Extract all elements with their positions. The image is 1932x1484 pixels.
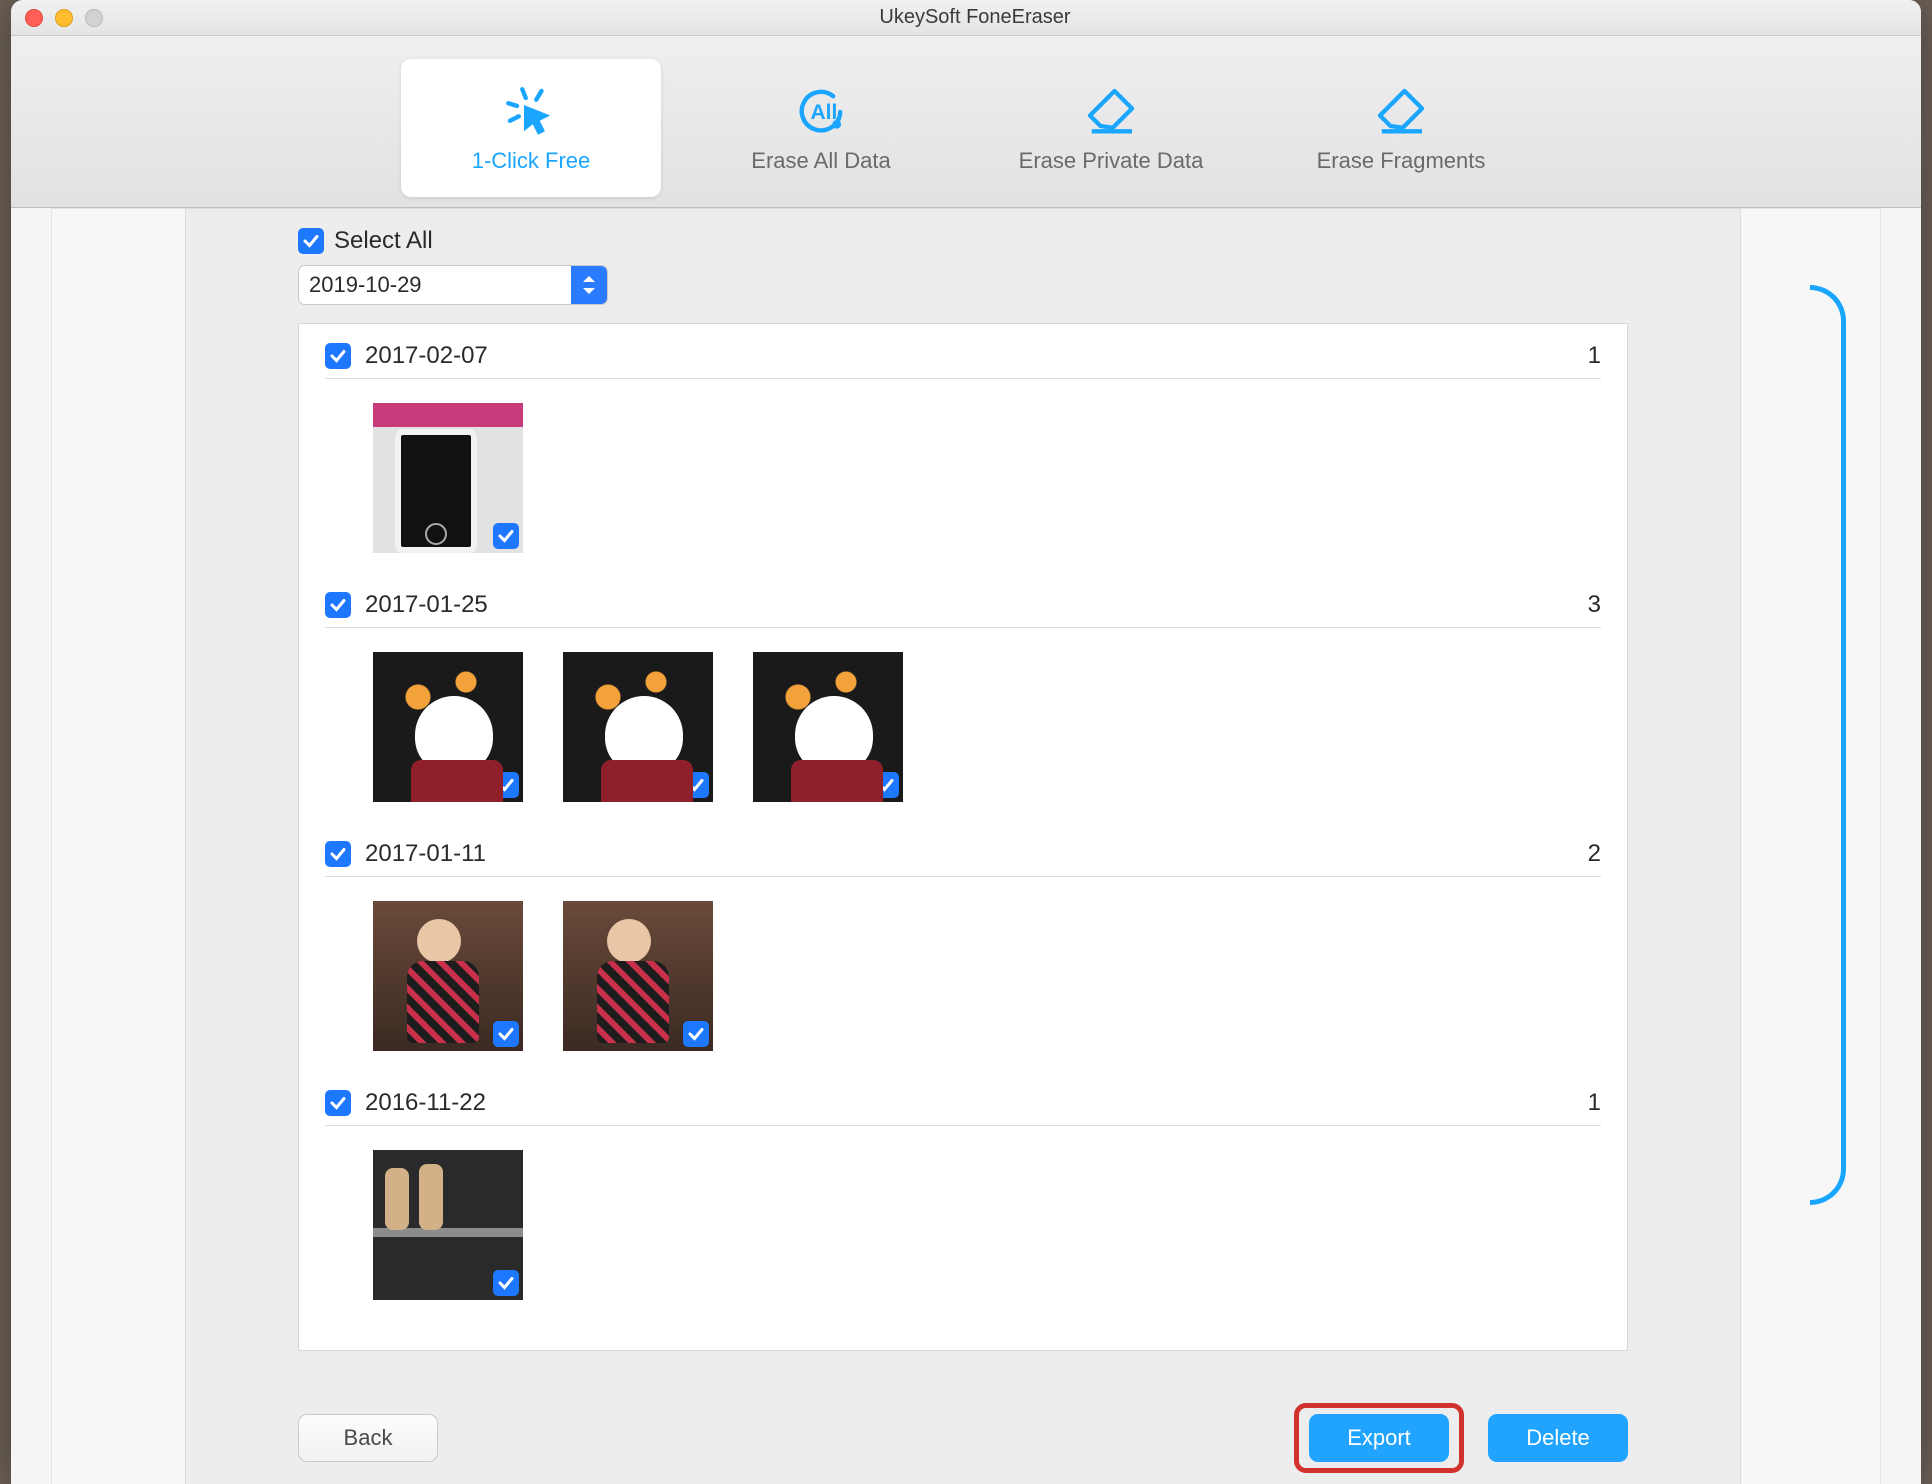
cursor-click-icon [501, 82, 561, 142]
group-count: 3 [1588, 591, 1601, 619]
modal-footer: Back Export Delete [298, 1408, 1628, 1468]
export-button[interactable]: Export [1309, 1414, 1449, 1462]
group-checkbox[interactable] [325, 343, 351, 369]
tab-label: Erase Private Data [1019, 148, 1204, 174]
group-date: 2017-02-07 [365, 342, 488, 370]
photo-group: 2016-11-22 1 [299, 1071, 1627, 1320]
thumb-checkbox[interactable] [493, 523, 519, 549]
group-checkbox[interactable] [325, 841, 351, 867]
photo-thumb[interactable] [373, 901, 523, 1051]
group-checkbox[interactable] [325, 592, 351, 618]
group-count: 1 [1588, 342, 1601, 370]
select-all-row[interactable]: Select All [298, 227, 1740, 255]
photo-thumb[interactable] [753, 652, 903, 802]
group-header: 2017-02-07 1 [325, 342, 1601, 379]
close-icon[interactable] [25, 9, 43, 27]
photo-thumb[interactable] [563, 652, 713, 802]
tab-erase-all[interactable]: All Erase All Data [691, 59, 951, 197]
photo-list[interactable]: 2017-02-07 1 2017-01-25 3 2017-01-11 2 2016-11… [298, 323, 1628, 1351]
thumb-checkbox[interactable] [493, 1270, 519, 1296]
photo-thumb[interactable] [373, 1150, 523, 1300]
thumb-row [325, 652, 1601, 802]
thumb-checkbox[interactable] [493, 1021, 519, 1047]
photo-thumb[interactable] [563, 901, 713, 1051]
decorative-arc [1810, 285, 1846, 1205]
thumb-row [325, 901, 1601, 1051]
group-date: 2017-01-25 [365, 591, 488, 619]
group-header: 2017-01-25 3 [325, 591, 1601, 628]
group-count: 1 [1588, 1089, 1601, 1117]
thumb-row [325, 1150, 1601, 1300]
tab-label: Erase Fragments [1317, 148, 1486, 174]
main-toolbar: 1-Click Free All Erase All Data Erase Pr… [11, 36, 1921, 208]
group-count: 2 [1588, 840, 1601, 868]
group-checkbox[interactable] [325, 1090, 351, 1116]
tab-1click-free[interactable]: 1-Click Free [401, 59, 661, 197]
thumb-checkbox[interactable] [873, 772, 899, 798]
tab-erase-private[interactable]: Erase Private Data [981, 59, 1241, 197]
select-all-checkbox[interactable] [298, 228, 324, 254]
eraser-icon [1371, 82, 1431, 142]
group-header: 2017-01-11 2 [325, 840, 1601, 877]
window-title: UkeySoft FoneEraser [43, 6, 1907, 29]
eraser-icon [1081, 82, 1141, 142]
photo-group: 2017-02-07 1 [299, 324, 1627, 573]
date-filter-value: 2019-10-29 [299, 272, 422, 298]
all-icon: All [791, 82, 851, 142]
svg-text:All: All [811, 101, 838, 124]
photo-thumb[interactable] [373, 652, 523, 802]
delete-button[interactable]: Delete [1488, 1414, 1628, 1462]
photo-thumb[interactable] [373, 403, 523, 553]
thumb-checkbox[interactable] [493, 772, 519, 798]
tab-label: 1-Click Free [472, 148, 591, 174]
thumb-checkbox[interactable] [683, 772, 709, 798]
tab-label: Erase All Data [751, 148, 890, 174]
select-all-label: Select All [334, 227, 433, 255]
tab-erase-fragments[interactable]: Erase Fragments [1271, 59, 1531, 197]
thumb-checkbox[interactable] [683, 1021, 709, 1047]
group-date: 2016-11-22 [365, 1089, 486, 1117]
photo-group: 2017-01-11 2 [299, 822, 1627, 1071]
app-window: UkeySoft FoneEraser 1-Click Free All [11, 0, 1921, 1484]
export-highlight: Export [1294, 1403, 1464, 1473]
dropdown-icon [571, 266, 607, 304]
back-button[interactable]: Back [298, 1414, 438, 1462]
photo-group: 2017-01-25 3 [299, 573, 1627, 822]
photo-picker-modal: Select All 2019-10-29 2017-02-07 1 2017-01… [185, 208, 1741, 1484]
titlebar: UkeySoft FoneEraser [11, 0, 1921, 36]
group-date: 2017-01-11 [365, 840, 486, 868]
thumb-row [325, 403, 1601, 553]
group-header: 2016-11-22 1 [325, 1089, 1601, 1126]
date-filter-select[interactable]: 2019-10-29 [298, 265, 608, 305]
